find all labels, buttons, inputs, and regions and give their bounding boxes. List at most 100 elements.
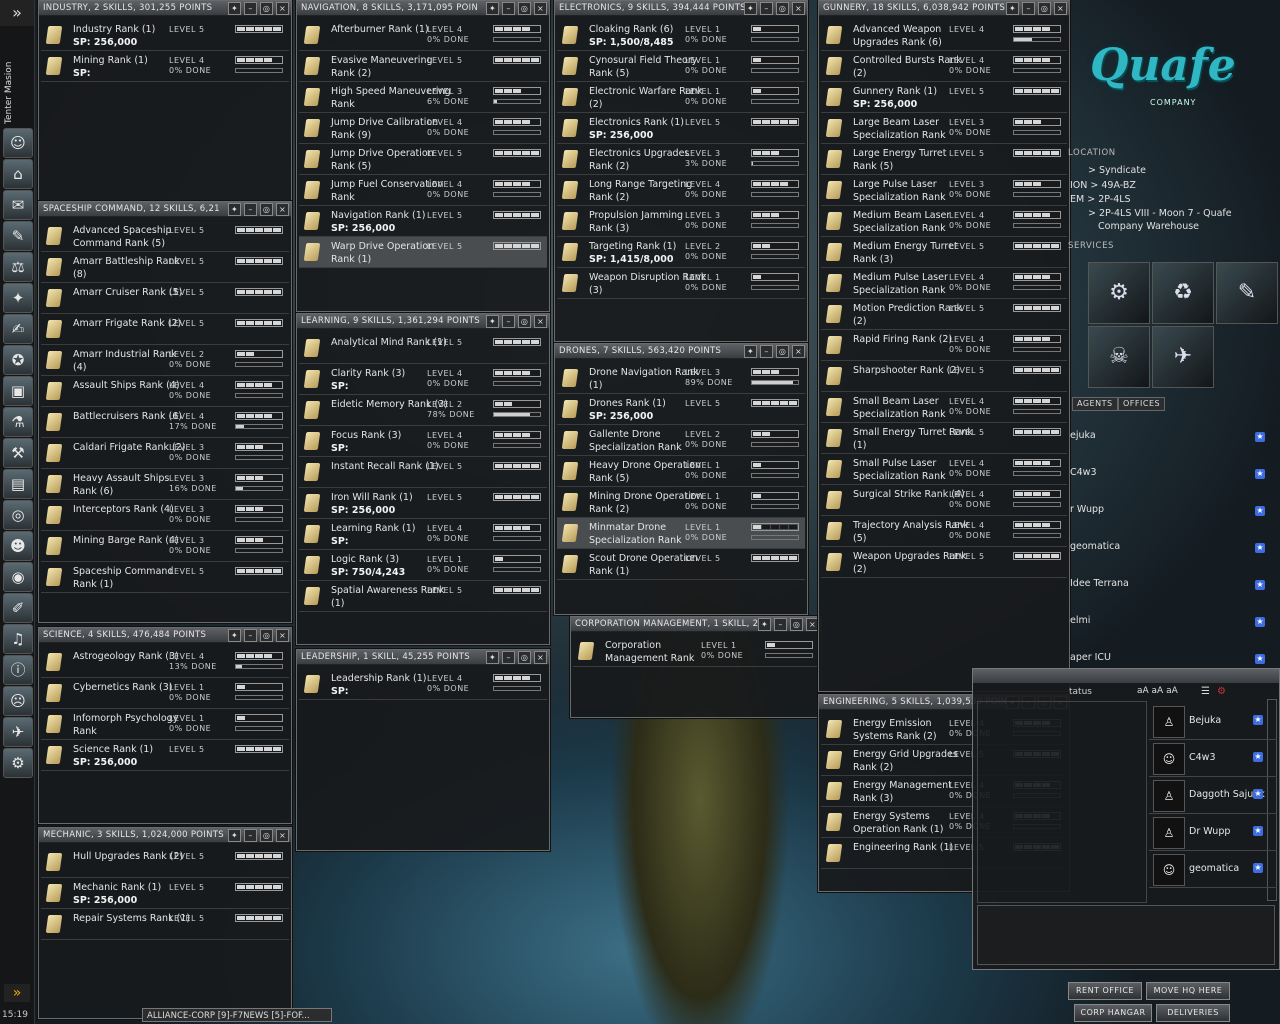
window-header[interactable]: CORPORATION MANAGEMENT, 1 SKILL, 2 ✦ – ◎ ×	[571, 617, 821, 632]
skill-row[interactable]: Amarr Industrial Rank (4) LEVEL 2 0% DONE	[41, 345, 289, 376]
close-icon[interactable]: ×	[534, 651, 547, 664]
skill-row[interactable]: Mining Drone Operation Rank (2) LEVEL 1 0%…	[557, 487, 805, 518]
pin-icon[interactable]: ✦	[486, 315, 499, 328]
settings-icon[interactable]: ◎	[518, 2, 531, 15]
reprocessing-icon[interactable]: ♻	[1152, 262, 1214, 324]
skill-row[interactable]: Controlled Bursts Rank (2) LEVEL 4 0% DONE	[821, 51, 1067, 82]
skill-row[interactable]: Drone Navigation Rank (1) LEVEL 3 89% DONE	[557, 363, 805, 394]
chat-messages[interactable]	[977, 701, 1147, 903]
pin-icon[interactable]: ✦	[228, 829, 241, 842]
pin-icon[interactable]: ✦	[744, 345, 757, 358]
location-alliance[interactable]: > Syndicate	[1088, 165, 1146, 176]
chat-member[interactable]: ☺ C4w3 ★	[1149, 740, 1277, 777]
skill-row[interactable]: Spaceship Command Rank (1) LEVEL 5	[41, 562, 289, 593]
settings-icon[interactable]: ◎	[260, 629, 273, 642]
skill-row[interactable]: Logic Rank (3) SP: 750/4,243 LEVEL 1 0% DON…	[299, 550, 547, 581]
skill-window-corpmgmt[interactable]: CORPORATION MANAGEMENT, 1 SKILL, 2 ✦ – ◎ × Co…	[570, 616, 822, 718]
location-region[interactable]: ION > 49A-BZ	[1070, 180, 1136, 191]
skill-row[interactable]: Clarity Rank (3) SP: LEVEL 4 0% DONE	[299, 364, 547, 395]
market-icon[interactable]: ⚖	[3, 252, 33, 282]
character-icon[interactable]: ☺	[3, 128, 33, 158]
skill-row[interactable]: Mining Barge Rank (4) LEVEL 3 0% DONE	[41, 531, 289, 562]
skill-row[interactable]: Electronic Warfare Rank (2) LEVEL 1 0% DON…	[557, 82, 805, 113]
skill-window-spaceship[interactable]: SPACESHIP COMMAND, 12 SKILLS, 6,21 ✦ – ◎ × Ad…	[38, 201, 292, 623]
mail-icon[interactable]: ✉	[3, 190, 33, 220]
taskbar-chat-tab[interactable]: ALLIANCE-CORP [9]-F7NEWS [5]-FOF...	[142, 1008, 332, 1022]
station-icon[interactable]: ⌂	[3, 159, 33, 189]
minimize-icon[interactable]: –	[774, 618, 787, 631]
chevron-right-icon[interactable]: »	[4, 984, 30, 1002]
skill-row[interactable]: Surgical Strike Rank (4) LEVEL 4 0% DONE	[821, 485, 1067, 516]
skill-row[interactable]: Motion Prediction Rank (2) LEVEL 5	[821, 299, 1067, 330]
skill-row[interactable]: Sharpshooter Rank (2) LEVEL 5	[821, 361, 1067, 392]
skill-window-leadership[interactable]: LEADERSHIP, 1 SKILL, 45,255 POINTS ✦ – ◎ × Le…	[296, 649, 550, 851]
skill-row[interactable]: Afterburner Rank (1) LEVEL 4 0% DONE	[299, 20, 547, 51]
window-header[interactable]: SCIENCE, 4 SKILLS, 476,484 POINTS ✦ – ◎ ×	[39, 628, 291, 643]
contracts-icon[interactable]: ✍	[3, 314, 33, 344]
skill-row[interactable]: Jump Drive Calibration Rank (9) LEVEL 4 0%…	[299, 113, 547, 144]
window-header[interactable]: ELECTRONICS, 9 SKILLS, 394,444 POINTS ✦ – ◎…	[555, 1, 807, 16]
skill-window-electronics[interactable]: ELECTRONICS, 9 SKILLS, 394,444 POINTS ✦ – ◎…	[554, 0, 808, 342]
minimize-icon[interactable]: –	[502, 315, 515, 328]
window-header[interactable]: MECHANIC, 3 SKILLS, 1,024,000 POINTS ✦ – ◎ ×	[39, 828, 291, 843]
minimize-icon[interactable]: –	[760, 2, 773, 15]
skill-row[interactable]: Large Pulse Laser Specialization Rank LEV…	[821, 175, 1067, 206]
location-station[interactable]: > 2P-4LS VIII - Moon 7 - Quafe	[1088, 208, 1232, 219]
notepad-icon[interactable]: ✎	[3, 221, 33, 251]
skill-row[interactable]: Electronics Upgrades Rank (2) LEVEL 3 3% D…	[557, 144, 805, 175]
skill-row[interactable]: Medium Energy Turret Rank (3) LEVEL 5	[821, 237, 1067, 268]
minimize-icon[interactable]: –	[502, 651, 515, 664]
skill-row[interactable]: Battlecruisers Rank (6) LEVEL 4 17% DONE	[41, 407, 289, 438]
fitting-icon[interactable]: ✈	[3, 717, 33, 747]
pin-icon[interactable]: ✦	[486, 2, 499, 15]
close-icon[interactable]: ×	[792, 345, 805, 358]
skill-row[interactable]: Gallente Drone Specialization Rank LEVEL …	[557, 425, 805, 456]
wallet-icon[interactable]: ▤	[3, 469, 33, 499]
skill-row[interactable]: Drones Rank (1) SP: 256,000 LEVEL 5	[557, 394, 805, 425]
skill-row[interactable]: Weapon Upgrades Rank (2) LEVEL 5	[821, 547, 1067, 578]
skill-row[interactable]: Large Beam Laser Specialization Rank LEVE…	[821, 113, 1067, 144]
skill-row[interactable]: Targeting Rank (1) SP: 1,415/8,000 LEVEL 2…	[557, 237, 805, 268]
settings-icon[interactable]: ◎	[260, 829, 273, 842]
skill-row[interactable]: Medium Beam Laser Specialization Rank LEV…	[821, 206, 1067, 237]
skill-row[interactable]: Medium Pulse Laser Specialization Rank LE…	[821, 268, 1067, 299]
close-icon[interactable]: ×	[276, 829, 289, 842]
close-icon[interactable]: ×	[534, 315, 547, 328]
skill-window-mechanic[interactable]: MECHANIC, 3 SKILLS, 1,024,000 POINTS ✦ – ◎ ×…	[38, 827, 292, 1019]
skill-window-navigation[interactable]: NAVIGATION, 8 SKILLS, 3,171,095 POIN ✦ – ◎ ×…	[296, 0, 550, 312]
skill-row[interactable]: Leadership Rank (1) SP: LEVEL 4 0% DONE	[299, 669, 547, 700]
window-header[interactable]: GUNNERY, 18 SKILLS, 6,038,942 POINTS ✦ – ◎ ×	[819, 1, 1069, 16]
chat-member[interactable]: ♙ Dr Wupp ★	[1149, 814, 1277, 851]
skill-row[interactable]: Cloaking Rank (6) SP: 1,500/8,485 LEVEL 10…	[557, 20, 805, 51]
skill-row[interactable]: Assault Ships Rank (4) LEVEL 4 0% DONE	[41, 376, 289, 407]
chat-input[interactable]	[977, 905, 1275, 965]
corp-hangar-button[interactable]: CORP HANGAR	[1074, 1004, 1152, 1022]
move-hq-button[interactable]: MOVE HQ HERE	[1146, 982, 1230, 1000]
skill-row[interactable]: Caldari Frigate Rank (2) LEVEL 3 0% DONE	[41, 438, 289, 469]
pin-icon[interactable]: ✦	[228, 629, 241, 642]
minimize-icon[interactable]: –	[1022, 2, 1035, 15]
skill-window-drones[interactable]: DRONES, 7 SKILLS, 563,420 POINTS ✦ – ◎ × Dron…	[554, 343, 808, 615]
skill-row[interactable]: Amarr Cruiser Rank (5) LEVEL 5	[41, 283, 289, 314]
help-icon[interactable]: ◎	[3, 500, 33, 530]
close-icon[interactable]: ×	[276, 203, 289, 216]
minimize-icon[interactable]: –	[244, 2, 257, 15]
chat-window[interactable]: tatus aA aA aA ☰ ⚙ ♙ Bejuka ★ ☺ C4w3 ★ ♙ Daggot…	[972, 668, 1280, 970]
agent-list-item[interactable]: elmi ★	[1070, 605, 1275, 641]
close-icon[interactable]: ×	[1054, 2, 1067, 15]
people-icon[interactable]: ☻	[3, 531, 33, 561]
assets-icon[interactable]: ▣	[3, 376, 33, 406]
skill-row[interactable]: Warp Drive Operation Rank (1) LEVEL 5	[299, 237, 547, 268]
window-header[interactable]: SPACESHIP COMMAND, 12 SKILLS, 6,21 ✦ – ◎ ×	[39, 202, 291, 217]
skill-row[interactable]: Heavy Drone Operation Rank (5) LEVEL 1 0% …	[557, 456, 805, 487]
network-icon[interactable]: ◉	[3, 562, 33, 592]
window-header[interactable]: LEARNING, 9 SKILLS, 1,361,294 POINTS ✦ – ◎ ×	[297, 314, 549, 329]
settings-icon[interactable]: ⚙	[1217, 686, 1226, 697]
audio-icon[interactable]: ♫	[3, 624, 33, 654]
pin-icon[interactable]: ✦	[228, 203, 241, 216]
industry-icon[interactable]: ⚒	[3, 438, 33, 468]
tab-agents[interactable]: AGENTS	[1072, 397, 1118, 411]
skill-row[interactable]: Amarr Battleship Rank (8) LEVEL 5	[41, 252, 289, 283]
settings-icon[interactable]: ◎	[518, 315, 531, 328]
skill-row[interactable]: Trajectory Analysis Rank (5) LEVEL 4 0% DO…	[821, 516, 1067, 547]
